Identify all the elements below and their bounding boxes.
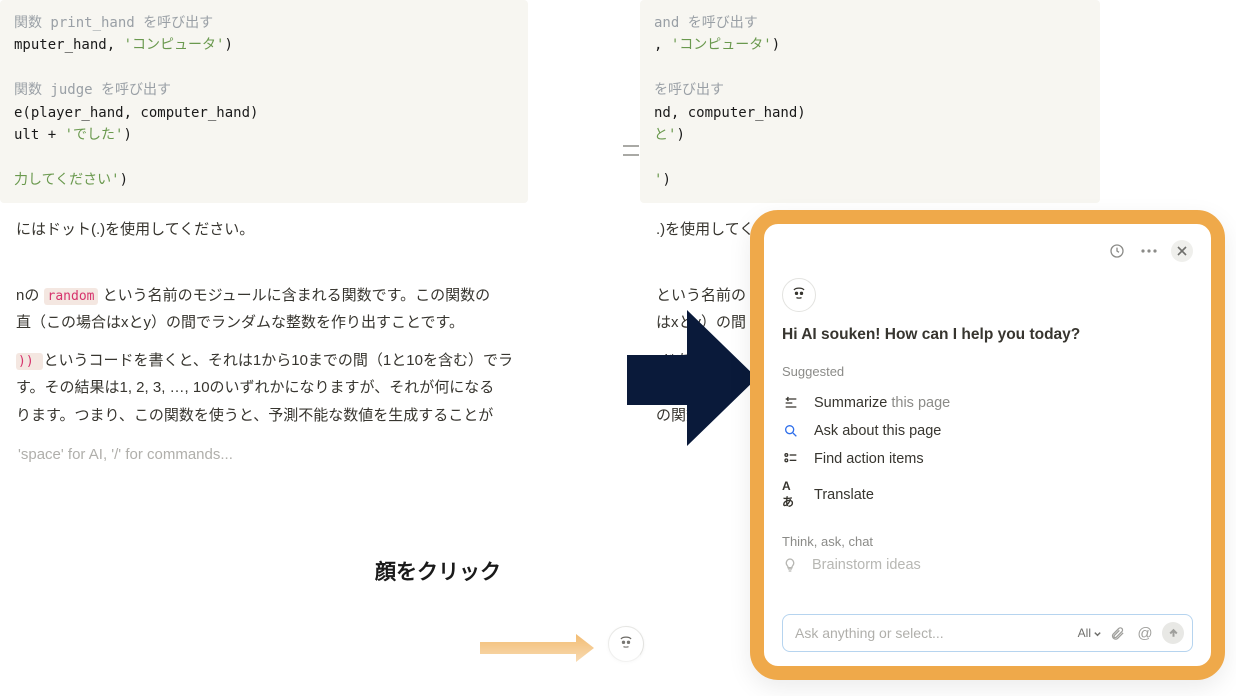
list-check-icon (782, 451, 800, 467)
paragraph: nの random という名前のモジュールに含まれる関数です。この関数の (0, 283, 540, 309)
suggestion-brainstorm[interactable]: Brainstorm ideas (782, 557, 1193, 573)
paragraph: )) というコードを書くと、それは1から10までの間（1と10を含む）でラ (0, 348, 540, 374)
annotation-arrow (480, 634, 594, 662)
paragraph: ります。つまり、この関数を使うと、予測不能な数値を生成することが (0, 403, 540, 429)
left-document-pane: 関数 print_hand を呼び出すmputer_hand, 'コンピュータ'… (0, 0, 540, 481)
suggested-label: Suggested (782, 364, 1193, 379)
send-button[interactable] (1162, 622, 1184, 644)
close-icon[interactable] (1171, 240, 1193, 262)
separator-dash (623, 145, 639, 147)
ai-greeting: Hi AI souken! How can I help you today? (782, 326, 1193, 344)
paragraph: 直（この場合はxとy）の間でランダムな整数を作り出すことです。 (0, 310, 540, 336)
more-icon[interactable] (1139, 241, 1159, 261)
annotation-label: 顔をクリック (375, 556, 501, 586)
separator-dash (623, 154, 639, 156)
paragraph: す。その結果は1, 2, 3, …, 10のいずれかになりますが、それが何になる (0, 375, 540, 401)
ai-face-icon (782, 278, 816, 312)
ai-assistant-panel: Hi AI souken! How can I help you today? … (750, 210, 1225, 680)
suggestion-summarize[interactable]: Summarize this page (782, 389, 1193, 417)
editor-placeholder[interactable]: 'space' for AI, '/' for commands... (0, 428, 540, 481)
ai-face-launcher[interactable] (608, 626, 644, 662)
mention-icon[interactable]: @ (1136, 625, 1154, 642)
summarize-icon (782, 395, 800, 411)
inline-code-fragment: )) (16, 353, 43, 370)
ai-panel-topbar (782, 240, 1193, 262)
code-block-left: 関数 print_hand を呼び出すmputer_hand, 'コンピュータ'… (0, 0, 528, 203)
suggestion-translate[interactable]: Aあ Translate (782, 473, 1193, 516)
history-icon[interactable] (1107, 241, 1127, 261)
think-label: Think, ask, chat (782, 534, 1193, 549)
inline-code-random: random (44, 288, 99, 305)
suggestion-ask-about-page[interactable]: Ask about this page (782, 417, 1193, 445)
lightbulb-icon (782, 557, 798, 573)
ai-ask-input-bar[interactable]: All @ (782, 614, 1193, 652)
paragraph: にはドット(.)を使用してください。 (0, 217, 540, 243)
code-block-right: and を呼び出す, 'コンピュータ') を呼び出すnd, computer_h… (640, 0, 1100, 203)
attach-icon[interactable] (1110, 626, 1128, 641)
suggestion-find-action-items[interactable]: Find action items (782, 445, 1193, 473)
ai-ask-input[interactable] (795, 625, 1070, 641)
search-icon (782, 423, 800, 439)
scope-selector[interactable]: All (1078, 626, 1102, 640)
translate-icon: Aあ (782, 479, 800, 510)
